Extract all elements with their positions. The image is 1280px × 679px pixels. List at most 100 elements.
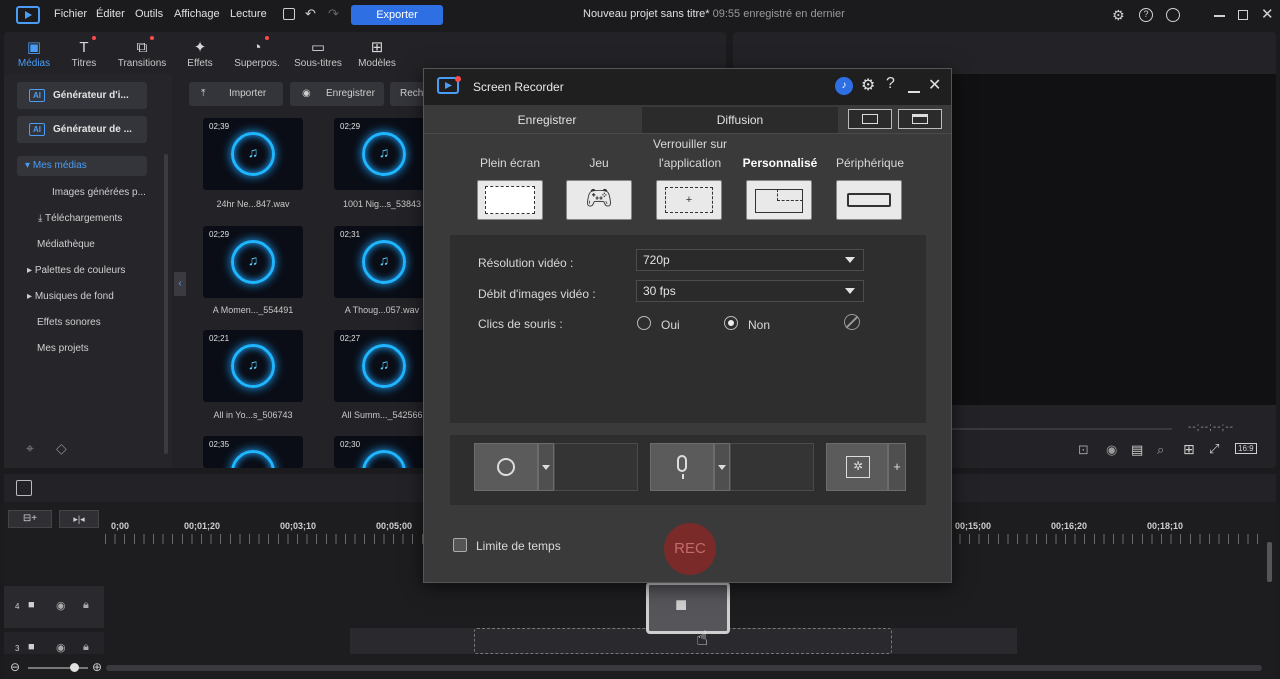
help-icon[interactable]: ? (886, 75, 895, 93)
lock-icon[interactable]: 🔒︎ (83, 641, 89, 654)
region-capture-button[interactable] (848, 109, 892, 129)
zoom-fit-icon[interactable]: ⌕ (1157, 442, 1164, 458)
visibility-eye-icon[interactable]: ◉ (56, 599, 66, 612)
track-number: 3 (15, 644, 20, 653)
collapse-sidebar-button[interactable]: ‹ (174, 272, 186, 296)
snapshot-icon[interactable]: ⊡ (1078, 442, 1089, 458)
timeline-hscrollbar[interactable] (106, 665, 1262, 671)
lock-icon[interactable]: 🔒︎ (83, 599, 89, 612)
export-button[interactable]: Exporter (351, 5, 443, 25)
mouse-clicks-non-radio[interactable] (724, 316, 738, 330)
menu-outils[interactable]: Outils (135, 8, 163, 20)
zoom-out-icon[interactable]: ⊖ (10, 660, 20, 674)
tag-icon[interactable]: ◇ (56, 440, 67, 457)
menu-lecture[interactable]: Lecture (230, 8, 267, 20)
media-thumbnail[interactable]: 02;35 (203, 436, 303, 468)
minimize-icon[interactable] (1214, 15, 1225, 17)
media-thumbnail[interactable]: 02;21 ♫ (203, 330, 303, 402)
microphone-button[interactable] (650, 443, 714, 491)
sidebar-item-musiques[interactable]: ▸ Musiques de fond (27, 291, 114, 302)
save-icon[interactable] (283, 8, 295, 20)
resolution-select[interactable]: 720p (636, 249, 864, 271)
undo-icon[interactable]: ↶ (305, 6, 316, 22)
sidebar-item-mediatheque[interactable]: Médiathèque (37, 239, 95, 250)
tab-modeles[interactable]: ⊞ Modèles (347, 38, 407, 69)
fps-select[interactable]: 30 fps (636, 280, 864, 302)
webcam-button[interactable] (474, 443, 538, 491)
minimize-icon[interactable] (908, 91, 920, 93)
media-thumbnail[interactable]: 02;31 ♫ (334, 226, 434, 298)
help-icon[interactable]: ? (1139, 8, 1153, 22)
sidebar-scrollbar[interactable] (164, 154, 168, 454)
window-capture-button[interactable] (898, 109, 942, 129)
microphone-dropdown[interactable] (714, 443, 730, 491)
device-mode-button[interactable] (836, 180, 902, 220)
time-limit-checkbox[interactable] (453, 538, 467, 552)
redo-icon[interactable]: ↷ (328, 6, 339, 22)
fullscreen-icon[interactable]: ⤢ (1209, 441, 1219, 457)
preview-seekbar[interactable] (952, 428, 1172, 430)
menu-editer[interactable]: Éditer (96, 8, 125, 20)
media-thumbnail[interactable]: 02;30 (334, 436, 434, 468)
music-note-icon: ♫ (247, 144, 259, 160)
menu-affichage[interactable]: Affichage (174, 8, 220, 20)
zoom-slider[interactable] (28, 667, 88, 669)
tab-enregistrer[interactable]: Enregistrer (452, 107, 642, 133)
rec-button[interactable]: REC (664, 523, 716, 575)
full-screen-mode-button[interactable] (477, 180, 543, 220)
settings-gear-icon[interactable]: ⚙ (861, 75, 875, 95)
add-tag-icon[interactable]: ⌖ (26, 440, 34, 457)
media-thumbnail[interactable]: 02;27 ♫ (334, 330, 434, 402)
record-button[interactable]: ◉ Enregistrer (290, 82, 384, 106)
ai-generator-button[interactable]: AI Générateur de ... (17, 116, 147, 143)
media-thumbnail[interactable]: 02;39 ♫ (203, 118, 303, 190)
sidebar-item-mes-medias[interactable]: ▾ Mes médias (17, 156, 147, 176)
mouse-clicks-oui-radio[interactable] (637, 316, 651, 330)
settings-gear-icon[interactable]: ⚙ (1112, 7, 1125, 24)
time-tick: 00;15;00 (955, 521, 992, 531)
grid-icon[interactable]: ⊞ (1183, 441, 1195, 458)
add-track-button[interactable]: ⊟+ (8, 510, 52, 528)
play-mode-icon[interactable]: ◉ (1106, 442, 1117, 458)
account-icon[interactable] (1166, 8, 1180, 22)
tab-titres[interactable]: T Titres (54, 38, 114, 69)
import-button[interactable]: ⤒ Importer (189, 82, 283, 106)
lock-app-mode-button[interactable]: + (656, 180, 722, 220)
notification-bell-icon[interactable]: ♪ (835, 77, 853, 95)
zoom-slider-handle[interactable] (70, 663, 79, 672)
media-thumbnail[interactable]: 02;29 ♫ (203, 226, 303, 298)
tab-sous-titres[interactable]: ▭ Sous-titres (288, 38, 348, 69)
subtitle-toggle-icon[interactable]: ▤ (1131, 442, 1143, 458)
custom-mode-button[interactable] (746, 180, 812, 220)
media-label: 24hr Ne...847.wav (216, 199, 290, 209)
media-thumbnail[interactable]: 02;29 ♫ (334, 118, 434, 190)
timeline-vscrollbar[interactable] (1267, 542, 1272, 582)
sidebar-item-images-generees[interactable]: Images générées p... (52, 187, 146, 198)
game-mode-button[interactable]: 🎮︎ (566, 180, 632, 220)
screen-recorder-logo-icon (436, 75, 462, 97)
close-icon[interactable]: ✕ (1261, 5, 1274, 23)
sidebar-item-mes-projets[interactable]: Mes projets (37, 343, 89, 354)
effects-button[interactable]: ✲ (826, 443, 888, 491)
webcam-dropdown[interactable] (538, 443, 554, 491)
tab-diffusion[interactable]: Diffusion (642, 107, 838, 133)
import-icon: ⤒ (201, 88, 206, 99)
timeline-tool-icon[interactable] (16, 480, 32, 496)
webcam-preview-field (554, 443, 638, 491)
visibility-eye-icon[interactable]: ◉ (56, 641, 66, 654)
close-icon[interactable]: ✕ (928, 75, 941, 95)
menu-fichier[interactable]: Fichier (54, 8, 87, 20)
tab-transitions[interactable]: ⧉ Transitions (112, 38, 172, 69)
ai-image-generator-button[interactable]: AI Générateur d'i... (17, 82, 147, 109)
tab-effets[interactable]: ✦ Effets (170, 38, 230, 69)
restore-icon[interactable] (1238, 10, 1248, 20)
sidebar-item-palettes[interactable]: ▸ Palettes de couleurs (27, 265, 125, 276)
sidebar-item-telechargements[interactable]: ⤓ Téléchargements (38, 213, 122, 224)
sidebar-item-effets-sonores[interactable]: Effets sonores (37, 317, 101, 328)
fit-timeline-button[interactable]: ▸|◂ (59, 510, 99, 528)
add-effect-button[interactable]: + (888, 443, 906, 491)
tab-superpos[interactable]: ◔ Superpos. (227, 38, 287, 69)
aspect-ratio-button[interactable]: 16:9 (1235, 443, 1257, 454)
disabled-icon[interactable] (844, 314, 860, 330)
zoom-in-icon[interactable]: ⊕ (92, 660, 102, 674)
